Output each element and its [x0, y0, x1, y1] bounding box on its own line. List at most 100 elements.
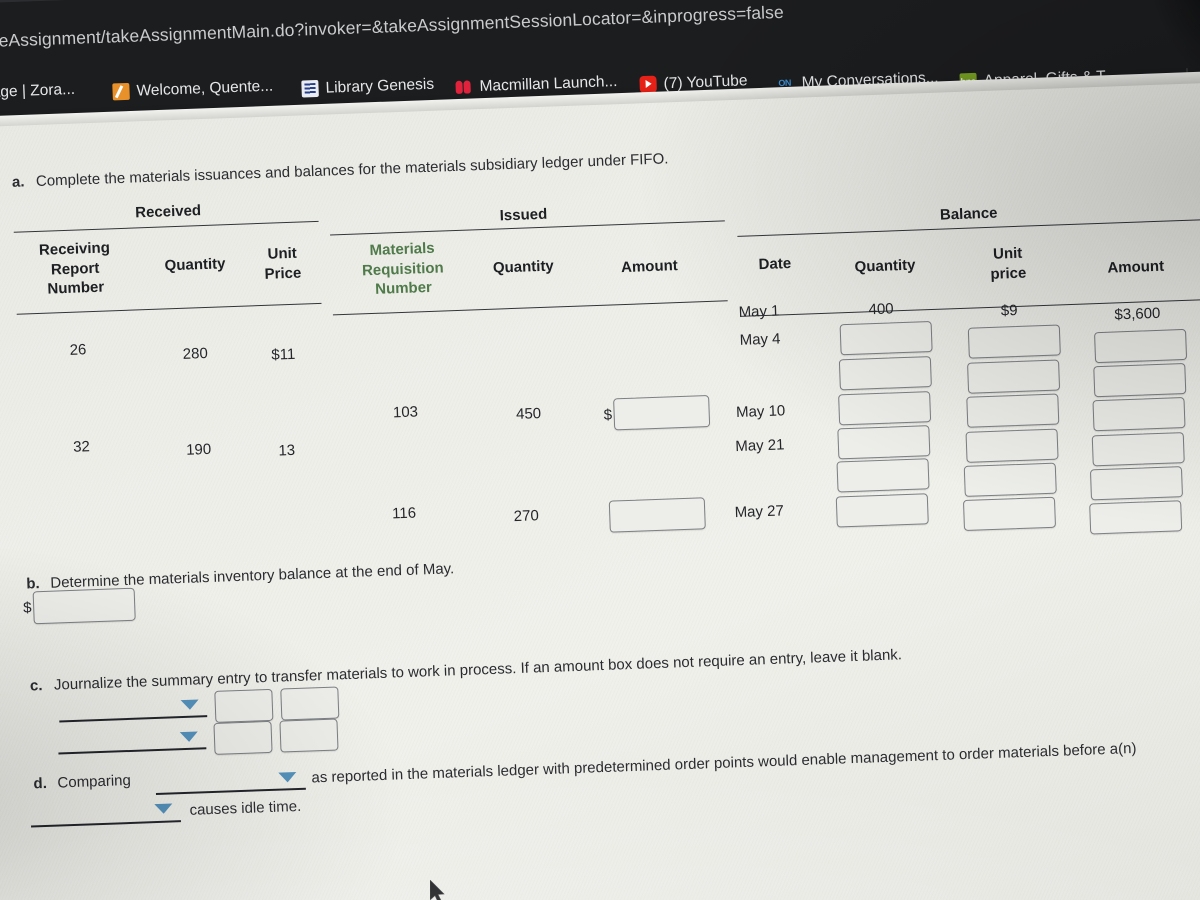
part-b-balance-input[interactable]	[32, 587, 136, 625]
col-header-balance-quantity: Quantity	[854, 256, 916, 276]
label-line: Price	[264, 264, 302, 283]
group-header-issued: Issued	[499, 205, 548, 225]
bookmark-zora[interactable]: e Page | Zora...	[0, 80, 76, 102]
col-header-received-quantity: Quantity	[164, 255, 226, 275]
part-c-letter: c.	[29, 677, 43, 695]
issued-row-2-quantity: 270	[513, 507, 540, 526]
col-header-balance-date: Date	[758, 255, 792, 274]
balance-quantity-input-3[interactable]	[838, 391, 932, 426]
balance-unit-price-input-2[interactable]	[967, 359, 1061, 394]
part-c-debit-input-1[interactable]	[214, 688, 274, 723]
balance-quantity-input-2[interactable]	[838, 356, 932, 391]
label-line: Number	[374, 278, 433, 298]
received-row-1-unit-price: $11	[271, 345, 296, 364]
issued-row-1-quantity: 450	[515, 405, 542, 423]
balance-amount-input-2[interactable]	[1093, 362, 1187, 398]
bookmark-welcome-quente[interactable]: Welcome, Quente...	[112, 77, 274, 101]
balance-date-may-1: May 1	[738, 302, 780, 321]
issued-row-2-requisition-number: 116	[391, 504, 417, 523]
part-c-account-dropdown-1[interactable]	[59, 715, 208, 723]
part-c-credit-input-1[interactable]	[280, 686, 340, 721]
part-b-letter: b.	[26, 575, 41, 593]
col-header-balance-unit-price: Unit price	[960, 243, 1056, 285]
part-c-debit-input-2[interactable]	[213, 720, 273, 755]
balance-unit-price-input-5[interactable]	[963, 462, 1057, 497]
screen-photo: CNOWv2 | Online teac... × + eAssignment/…	[0, 0, 1200, 900]
label-line: price	[990, 264, 1027, 283]
col-header-balance-amount: Amount	[1107, 257, 1165, 277]
bookmark-label: Welcome, Quente...	[136, 77, 274, 100]
pencil-icon	[112, 82, 130, 101]
youtube-icon	[639, 75, 657, 94]
rule-received-bottom	[16, 302, 322, 316]
part-d-dropdown-1[interactable]	[155, 787, 306, 796]
part-a-text: Complete the materials issuances and bal…	[35, 150, 669, 190]
issued-row-1-requisition-number: 103	[392, 403, 419, 422]
part-d-label: d.	[33, 775, 47, 794]
balance-unit-price-input-4[interactable]	[965, 428, 1059, 463]
balance-amount-input-3[interactable]	[1092, 397, 1186, 432]
bookmark-library-genesis[interactable]: Library Genesis	[301, 75, 435, 98]
part-a-letter: a.	[11, 173, 25, 191]
part-b-text: Determine the materials inventory balanc…	[50, 560, 455, 592]
part-d-dropdown-2[interactable]	[31, 820, 181, 828]
balance-quantity-input-4[interactable]	[837, 425, 931, 460]
col-header-issued-amount: Amount	[620, 257, 679, 277]
chevron-down-icon[interactable]	[278, 772, 297, 783]
bookmark-label: Library Genesis	[325, 75, 435, 97]
balance-unit-price-input-3[interactable]	[966, 393, 1060, 428]
part-a-label: a.	[12, 173, 25, 192]
balance-row-1-unit-price: $9	[1000, 301, 1018, 320]
part-c-account-dropdown-2[interactable]	[58, 747, 207, 755]
balance-quantity-input-5[interactable]	[836, 458, 930, 493]
macmillan-icon	[455, 78, 473, 96]
col-header-receiving-report-number: Receiving Report Number	[14, 237, 136, 300]
balance-amount-input-1[interactable]	[1094, 328, 1188, 364]
chevron-down-icon[interactable]	[180, 699, 199, 711]
balance-date-may-4: May 4	[739, 330, 781, 349]
col-header-materials-requisition-number: Materials Requisition Number	[339, 238, 466, 301]
balance-amount-input-4[interactable]	[1091, 432, 1185, 467]
rule-received-top	[13, 220, 319, 234]
issued-row-1-currency: $	[603, 406, 613, 424]
group-header-balance: Balance	[939, 204, 998, 224]
balance-row-1-quantity: 400	[868, 300, 894, 319]
assignment-page: a. Complete the materials issuances and …	[0, 80, 1200, 900]
issued-row-2-amount-input[interactable]	[608, 497, 706, 533]
bookmark-label: Macmillan Launch...	[479, 72, 618, 95]
part-d-text-end: causes idle time.	[189, 797, 302, 819]
col-header-issued-quantity: Quantity	[492, 257, 555, 277]
group-header-received: Received	[134, 202, 202, 222]
balance-row-1-amount: $3,600	[1114, 304, 1161, 324]
balance-date-may-27: May 27	[734, 502, 785, 522]
url-text: eAssignment/takeAssignmentMain.do?invoke…	[0, 1, 785, 51]
received-row-1-quantity: 280	[182, 344, 209, 363]
received-row-2-report-number: 32	[72, 438, 91, 456]
received-row-2-unit-price: 13	[278, 441, 296, 460]
part-c-credit-input-2[interactable]	[279, 718, 339, 753]
part-d-text-middle: as reported in the materials ledger with…	[311, 739, 1137, 787]
received-row-2-quantity: 190	[185, 440, 212, 459]
balance-unit-price-input-1[interactable]	[967, 324, 1061, 359]
browser-tab-active[interactable]	[0, 0, 246, 3]
part-d-letter: d.	[33, 774, 48, 793]
part-c-label: c.	[30, 677, 43, 696]
balance-quantity-input-1[interactable]	[839, 321, 933, 356]
balance-unit-price-input-6[interactable]	[962, 496, 1057, 531]
label-line: Number	[47, 278, 105, 298]
issued-row-1-amount-input[interactable]	[613, 395, 711, 431]
chevron-down-icon[interactable]	[179, 731, 199, 743]
col-header-received-unit-price: Unit Price	[244, 243, 320, 285]
rule-issued-bottom	[332, 300, 728, 316]
balance-amount-input-6[interactable]	[1089, 500, 1183, 535]
book-icon	[301, 79, 319, 98]
part-c-text: Journalize the summary entry to transfer…	[53, 646, 903, 694]
balance-date-may-10: May 10	[735, 402, 786, 422]
bookmark-label: e Page | Zora...	[0, 80, 76, 102]
chevron-down-icon[interactable]	[154, 803, 173, 815]
balance-amount-input-5[interactable]	[1089, 466, 1183, 501]
received-row-1-report-number: 26	[69, 341, 87, 359]
balance-quantity-input-6[interactable]	[835, 493, 929, 528]
bookmark-macmillan[interactable]: Macmillan Launch...	[455, 73, 617, 96]
part-d-text-start: Comparing	[57, 771, 132, 792]
